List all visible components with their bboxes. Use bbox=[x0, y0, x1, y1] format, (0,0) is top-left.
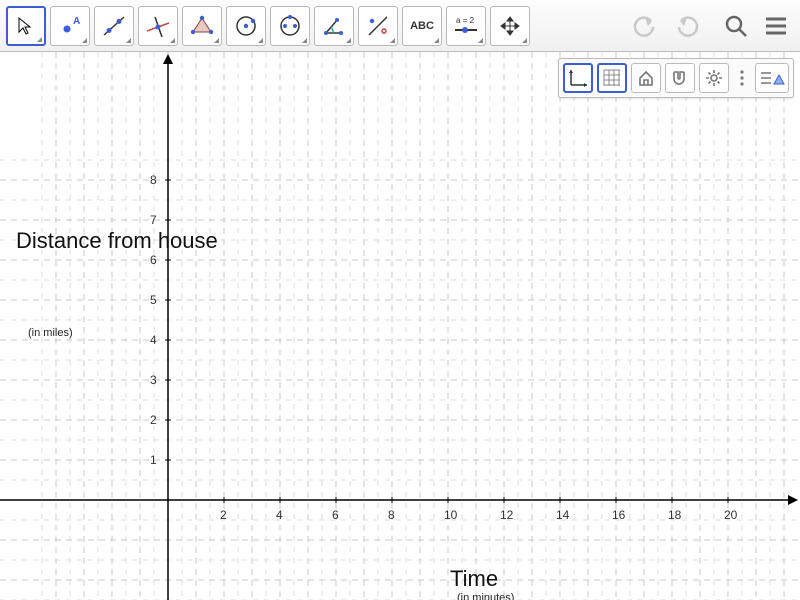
x-tick-label: 10 bbox=[444, 508, 457, 522]
x-axis-title: Time bbox=[450, 566, 498, 592]
search-button[interactable] bbox=[718, 8, 754, 44]
x-tick-label: 2 bbox=[220, 508, 227, 522]
search-icon bbox=[722, 12, 750, 40]
x-tick-label: 6 bbox=[332, 508, 339, 522]
move-tool[interactable] bbox=[6, 6, 46, 46]
undo-icon bbox=[633, 13, 659, 39]
toggle-axes-button[interactable] bbox=[563, 63, 593, 93]
view-properties-button[interactable] bbox=[755, 63, 789, 93]
settings-button[interactable] bbox=[699, 63, 729, 93]
x-tick-label: 16 bbox=[612, 508, 625, 522]
y-tick-label: 2 bbox=[150, 413, 157, 427]
y-tick-label: 8 bbox=[150, 173, 157, 187]
home-icon bbox=[637, 69, 655, 87]
x-tick-label: 14 bbox=[556, 508, 569, 522]
toggle-grid-button[interactable] bbox=[597, 63, 627, 93]
graphics-stylebar bbox=[558, 58, 794, 98]
angle-tool[interactable] bbox=[314, 6, 354, 46]
x-tick-label: 4 bbox=[276, 508, 283, 522]
move-view-tool[interactable] bbox=[490, 6, 530, 46]
move-arrows-icon bbox=[498, 14, 522, 38]
polygon-tool[interactable] bbox=[182, 6, 222, 46]
y-tick-label: 4 bbox=[150, 333, 157, 347]
text-icon: ABC bbox=[410, 20, 434, 32]
svg-text:a = 2: a = 2 bbox=[456, 16, 475, 25]
magnet-icon bbox=[670, 69, 690, 87]
main-toolbar: A ABC a = 2 bbox=[0, 0, 800, 52]
slider-icon: a = 2 bbox=[451, 14, 481, 38]
angle-icon bbox=[321, 13, 347, 39]
redo-button[interactable] bbox=[668, 8, 704, 44]
y-tick-label: 1 bbox=[150, 453, 157, 467]
standard-view-button[interactable] bbox=[631, 63, 661, 93]
y-tick-label: 7 bbox=[150, 213, 157, 227]
x-tick-label: 20 bbox=[724, 508, 737, 522]
polygon-icon bbox=[189, 13, 215, 39]
ellipse-tool[interactable] bbox=[270, 6, 310, 46]
y-tick-label: 6 bbox=[150, 253, 157, 267]
hamburger-icon bbox=[763, 13, 789, 39]
y-axis-title: Distance from house bbox=[16, 224, 218, 258]
undo-button[interactable] bbox=[628, 8, 664, 44]
redo-icon bbox=[673, 13, 699, 39]
view-props-icon bbox=[759, 68, 785, 88]
line-tool[interactable] bbox=[94, 6, 134, 46]
grid-icon bbox=[602, 68, 622, 88]
x-axis-unit: (in minutes) bbox=[457, 592, 514, 600]
slider-tool[interactable]: a = 2 bbox=[446, 6, 486, 46]
x-tick-label: 8 bbox=[388, 508, 395, 522]
ellipse-icon bbox=[277, 13, 303, 39]
y-axis-unit: (in miles) bbox=[28, 327, 73, 339]
point-capture-button[interactable] bbox=[665, 63, 695, 93]
svg-text:A: A bbox=[73, 16, 80, 27]
cursor-icon bbox=[15, 15, 37, 37]
circle-point-tool[interactable] bbox=[226, 6, 266, 46]
y-tick-label: 5 bbox=[150, 293, 157, 307]
reflect-icon bbox=[365, 13, 391, 39]
text-tool[interactable]: ABC bbox=[402, 6, 442, 46]
point-tool[interactable]: A bbox=[50, 6, 90, 46]
graphics-view[interactable]: Distance from house (in miles) Time (in … bbox=[0, 52, 800, 600]
y-tick-label: 3 bbox=[150, 373, 157, 387]
perpendicular-line-tool[interactable] bbox=[138, 6, 178, 46]
menu-button[interactable] bbox=[758, 8, 794, 44]
gear-icon bbox=[704, 68, 724, 88]
stylebar-more-button[interactable] bbox=[733, 65, 751, 91]
perpendicular-icon bbox=[145, 13, 171, 39]
circle-center-icon bbox=[233, 13, 259, 39]
x-tick-label: 18 bbox=[668, 508, 681, 522]
point-icon: A bbox=[58, 14, 82, 38]
x-tick-label: 12 bbox=[500, 508, 513, 522]
axes-icon bbox=[568, 68, 588, 88]
line-icon bbox=[101, 13, 127, 39]
reflect-line-tool[interactable] bbox=[358, 6, 398, 46]
vertical-dots-icon bbox=[739, 68, 745, 88]
